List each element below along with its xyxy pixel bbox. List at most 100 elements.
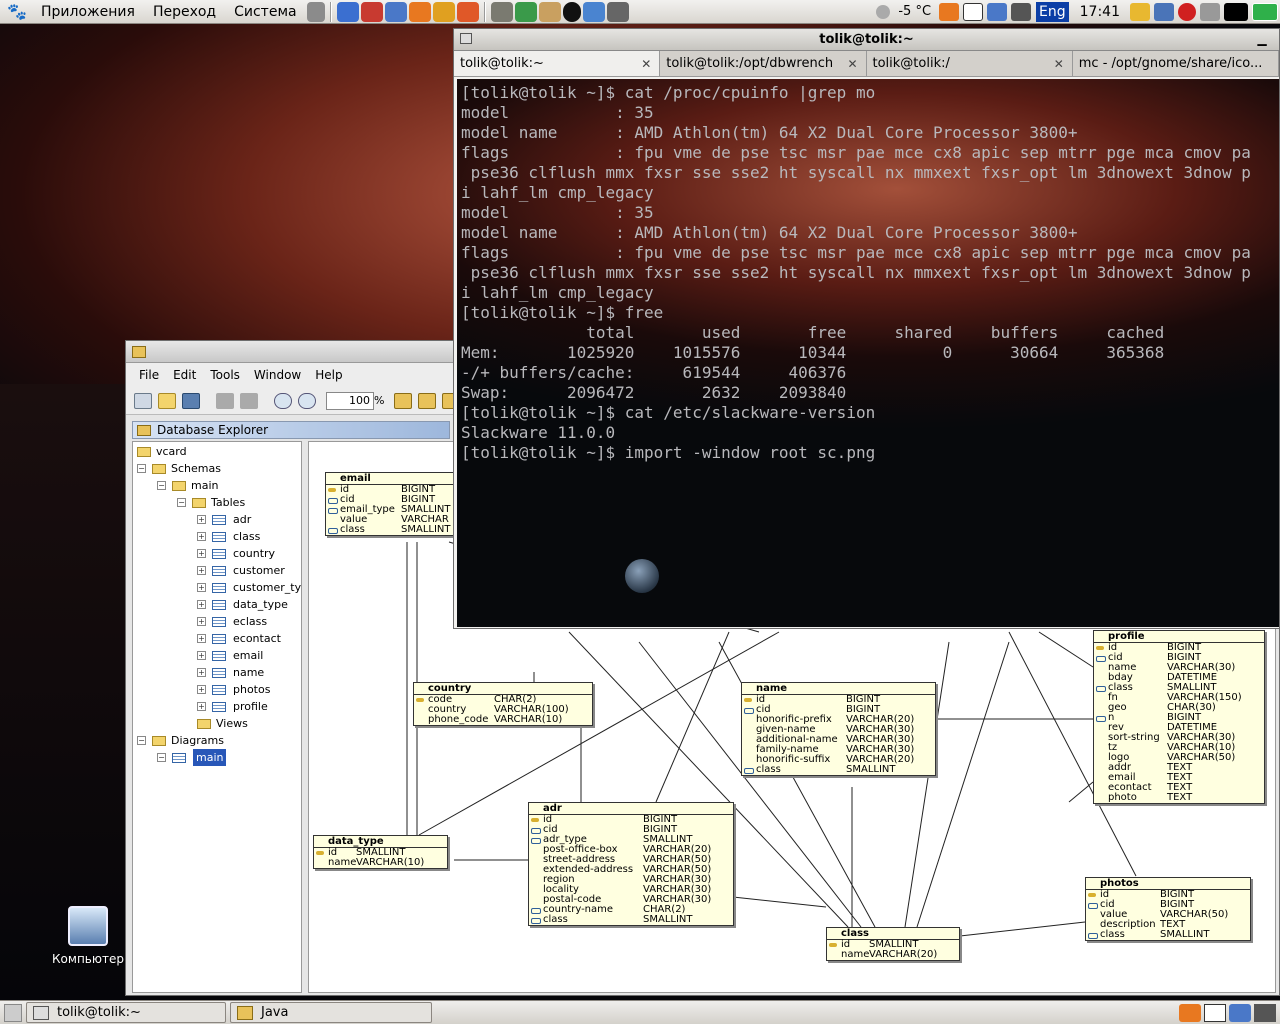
firefox-bottom-icon[interactable] xyxy=(1179,1003,1201,1022)
expand-icon[interactable]: + xyxy=(197,651,206,660)
network-tray-icon[interactable] xyxy=(1154,2,1174,21)
tree-table-item[interactable]: + profile xyxy=(197,698,268,715)
taskbar-java[interactable]: Java xyxy=(230,1002,432,1023)
tree-tables-folder[interactable]: − Tables xyxy=(177,494,245,511)
entity-column[interactable]: id BIGINT xyxy=(529,815,733,825)
open-icon[interactable] xyxy=(158,392,176,409)
close-icon[interactable]: ✕ xyxy=(641,57,651,71)
collapse-icon[interactable]: − xyxy=(157,481,166,490)
expand-icon[interactable]: + xyxy=(197,702,206,711)
entity-column[interactable]: class SMALLINT xyxy=(1086,930,1250,940)
weather-icon[interactable] xyxy=(876,4,891,19)
collapse-icon[interactable]: − xyxy=(137,736,146,745)
places-menu[interactable]: Переход xyxy=(144,0,225,24)
computer-desktop-icon[interactable]: Компьютер xyxy=(46,906,130,966)
settings-gear-icon[interactable] xyxy=(306,1,325,22)
menu-window[interactable]: Window xyxy=(247,368,308,382)
zoom-in-icon[interactable] xyxy=(274,392,292,409)
tab-mc[interactable]: mc - /opt/gnome/share/ico... xyxy=(1073,51,1279,76)
tree-table-item[interactable]: + customer xyxy=(197,562,285,579)
tree-table-item[interactable]: + country xyxy=(197,545,275,562)
entity-column[interactable]: id BIGINT xyxy=(742,695,935,705)
db-sync-icon[interactable] xyxy=(418,392,437,409)
expand-icon[interactable]: + xyxy=(197,566,206,575)
tab-home[interactable]: tolik@tolik:~ ✕ xyxy=(454,51,661,76)
expand-icon[interactable]: + xyxy=(197,583,206,592)
entity-column[interactable]: class SMALLINT xyxy=(326,525,454,535)
thunderbird-launcher-icon[interactable] xyxy=(384,1,407,22)
skype-launcher-icon[interactable] xyxy=(456,1,479,22)
network-launcher-icon[interactable] xyxy=(336,1,359,22)
media-player-launcher-icon[interactable] xyxy=(562,1,581,22)
terminal-output[interactable]: [tolik@tolik ~]$ cat /proc/cpuinfo |grep… xyxy=(457,79,1279,627)
show-desktop-icon[interactable] xyxy=(4,1003,22,1022)
collapse-icon[interactable]: − xyxy=(157,753,166,762)
expand-icon[interactable]: + xyxy=(197,668,206,677)
gimp-launcher-icon[interactable] xyxy=(514,1,537,22)
tree-table-item[interactable]: + customer_ty xyxy=(197,579,301,596)
tree-table-item[interactable]: + adr xyxy=(197,511,251,528)
computer-launcher-icon[interactable] xyxy=(582,1,605,22)
minimize-icon[interactable]: ▁ xyxy=(1255,32,1269,46)
jabber-launcher-icon[interactable] xyxy=(432,1,455,22)
workspace-tray-icon[interactable] xyxy=(1011,2,1032,21)
mail-tray-icon[interactable] xyxy=(987,2,1008,21)
entity-name[interactable]: name id BIGINT cid BIGINT honorific-prefix VAR… xyxy=(741,682,936,776)
undo-icon[interactable] xyxy=(216,392,234,409)
tab-dbwrench[interactable]: tolik@tolik:/opt/dbwrench ✕ xyxy=(660,51,867,76)
entity-column[interactable]: name VARCHAR(10) xyxy=(314,858,447,868)
entity-column[interactable]: name VARCHAR(20) xyxy=(827,950,959,960)
tree-table-item[interactable]: + photos xyxy=(197,681,270,698)
firefox-tray-icon[interactable] xyxy=(939,2,960,21)
temperature-readout[interactable]: -5 °C xyxy=(898,4,931,19)
zoom-input[interactable]: 100 xyxy=(326,391,374,410)
editor-launcher-icon[interactable] xyxy=(490,1,513,22)
expand-icon[interactable]: + xyxy=(197,549,206,558)
menu-file[interactable]: File xyxy=(132,368,166,382)
menu-tools[interactable]: Tools xyxy=(203,368,247,382)
zoom-out-icon[interactable] xyxy=(298,392,316,409)
firefox-launcher-icon[interactable] xyxy=(408,1,431,22)
tree-root-vcard[interactable]: vcard xyxy=(137,443,187,460)
db-icon[interactable] xyxy=(394,392,413,409)
mail-bottom-icon[interactable] xyxy=(1229,1003,1251,1022)
tree-views[interactable]: Views xyxy=(197,715,248,732)
tree-diagrams[interactable]: − Diagrams xyxy=(137,732,224,749)
window-tray-icon[interactable] xyxy=(963,2,984,21)
expand-icon[interactable]: + xyxy=(197,532,206,541)
opera-launcher-icon[interactable] xyxy=(360,1,383,22)
menu-help[interactable]: Help xyxy=(308,368,349,382)
workspace-1-icon[interactable] xyxy=(1224,2,1248,21)
tree-diagram-main[interactable]: − main xyxy=(157,749,227,766)
stop-tray-icon[interactable] xyxy=(1178,2,1196,21)
volume-icon[interactable] xyxy=(1200,2,1220,21)
entity-data-type[interactable]: data_type id SMALLINT name VARCHAR(10) xyxy=(313,835,448,869)
system-menu[interactable]: Система xyxy=(225,0,305,24)
pager-bottom-icon[interactable] xyxy=(1254,1003,1276,1022)
tab-root[interactable]: tolik@tolik:/ ✕ xyxy=(867,51,1073,76)
tree-schemas[interactable]: − Schemas xyxy=(137,460,221,477)
entity-column[interactable]: class SMALLINT xyxy=(742,765,935,775)
entity-column[interactable]: class SMALLINT xyxy=(529,915,733,925)
gnome-foot-icon[interactable]: 🐾 xyxy=(6,2,28,22)
terminal-window-icon[interactable] xyxy=(460,33,472,44)
entity-column[interactable]: phone_code VARCHAR(10) xyxy=(414,715,592,725)
terminal-titlebar[interactable]: tolik@tolik:~ ▁ xyxy=(454,29,1279,51)
redo-icon[interactable] xyxy=(240,392,258,409)
expand-icon[interactable]: + xyxy=(197,515,206,524)
menu-edit[interactable]: Edit xyxy=(166,368,203,382)
entity-class[interactable]: class id SMALLINT name VARCHAR(20) xyxy=(826,927,960,961)
clock[interactable]: 17:41 xyxy=(1080,4,1120,20)
taskbar-terminal[interactable]: tolik@tolik:~ xyxy=(26,1002,226,1023)
tree-table-item[interactable]: + eclass xyxy=(197,613,267,630)
entity-photos[interactable]: photos id BIGINT cid BIGINT value VARCHAR(50) d… xyxy=(1085,877,1251,941)
tree-table-item[interactable]: + class xyxy=(197,528,260,545)
tree-schema-main[interactable]: − main xyxy=(157,477,218,494)
workspace-2-icon[interactable] xyxy=(1252,2,1278,21)
collapse-icon[interactable]: − xyxy=(137,464,146,473)
file-manager-launcher-icon[interactable] xyxy=(538,1,561,22)
expand-icon[interactable]: + xyxy=(197,634,206,643)
terminal-launcher-icon[interactable] xyxy=(606,1,629,22)
close-icon[interactable]: ✕ xyxy=(1054,57,1064,71)
expand-icon[interactable]: + xyxy=(197,600,206,609)
